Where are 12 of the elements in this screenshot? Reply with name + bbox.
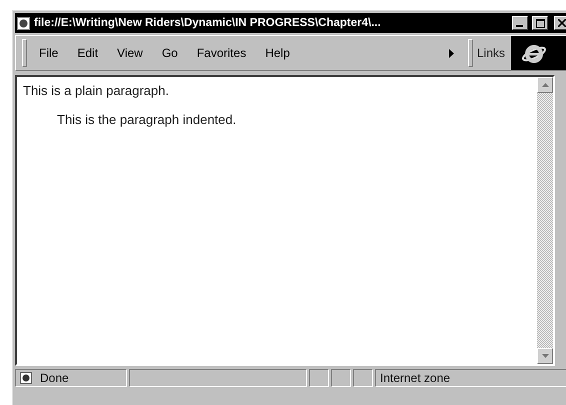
links-button[interactable]: Links [476,46,511,60]
menu-item[interactable]: Favorites [196,46,246,60]
menu-item[interactable]: View [117,46,143,60]
menu-item[interactable]: File [39,46,58,60]
status-text: Done [40,371,69,385]
window-title: file://E:\Writing\New Riders\Dynamic\IN PROGRESS\Chapter4\... [34,17,382,29]
menu-item[interactable]: Edit [77,46,98,60]
zone-text: Internet zone [380,371,450,385]
menu-item[interactable]: Go [162,46,178,60]
paragraph: This is a plain paragraph. [23,83,170,98]
paragraph: This is the paragraph indented. [56,112,238,127]
menu-item[interactable]: Help [265,46,290,60]
